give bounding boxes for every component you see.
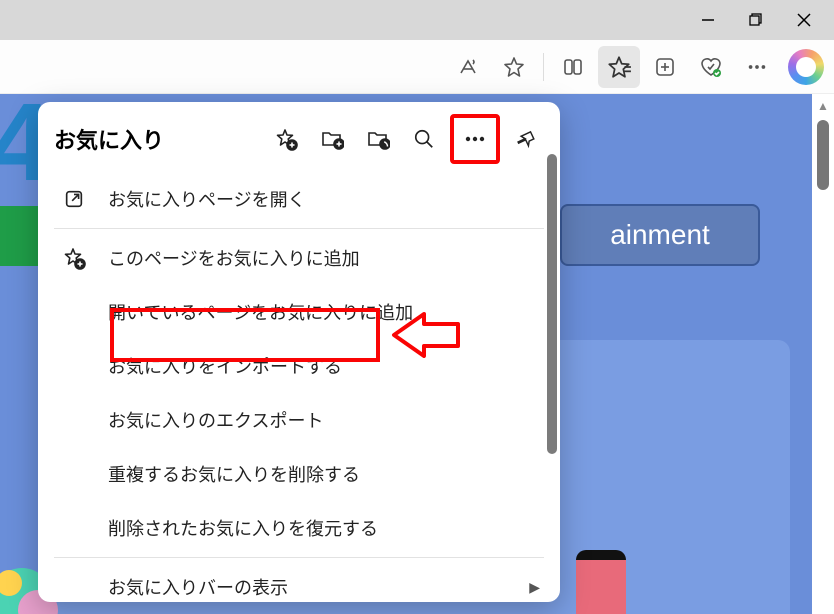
menu-remove-duplicates[interactable]: 重複するお気に入りを削除する (38, 447, 560, 501)
favorites-panel: お気に入り (38, 102, 560, 602)
copilot-icon (796, 57, 816, 77)
toolbar-more-button[interactable] (736, 46, 778, 88)
menu-restore-deleted[interactable]: 削除されたお気に入りを復元する (38, 501, 560, 555)
performance-button[interactable] (690, 46, 732, 88)
favorites-toolbar-button[interactable] (598, 46, 640, 88)
open-external-icon (58, 188, 90, 210)
menu-open-favorites-page[interactable]: お気に入りページを開く (38, 172, 560, 226)
toolbar-separator (543, 53, 544, 81)
scroll-up-icon[interactable]: ▲ (817, 94, 829, 118)
menu-label: 開いているページをお気に入りに追加 (108, 299, 413, 325)
menu-add-this-page[interactable]: このページをお気に入りに追加 (38, 231, 560, 285)
close-button[interactable] (780, 0, 828, 40)
menu-export-favorites[interactable]: お気に入りのエクスポート (38, 393, 560, 447)
menu-label: お気に入りバーの表示 (108, 574, 288, 600)
copilot-button[interactable] (788, 49, 824, 85)
star-plus-icon (58, 246, 90, 270)
menu-label: このページをお気に入りに追加 (108, 245, 360, 271)
minimize-button[interactable] (684, 0, 732, 40)
read-aloud-button[interactable] (447, 46, 489, 88)
menu-divider (54, 557, 544, 558)
collections-button[interactable] (644, 46, 686, 88)
chevron-right-icon: ▶ (529, 579, 540, 596)
pin-panel-button[interactable] (506, 119, 546, 159)
menu-divider (54, 228, 544, 229)
favorites-more-button[interactable] (450, 114, 500, 164)
page-scrollbar[interactable]: ▲ (812, 94, 834, 614)
add-folder-button[interactable] (312, 119, 352, 159)
menu-label: お気に入りのエクスポート (108, 407, 323, 433)
delete-folder-button[interactable] (358, 119, 398, 159)
decor-rect (576, 550, 626, 614)
favorites-search-button[interactable] (404, 119, 444, 159)
entertainment-label: ainment (610, 219, 710, 251)
menu-show-favorites-bar[interactable]: お気に入りバーの表示 ▶ (38, 560, 560, 602)
add-favorite-star-button[interactable] (493, 46, 535, 88)
favorites-title: お気に入り (54, 123, 260, 155)
add-favorite-button[interactable] (266, 119, 306, 159)
maximize-button[interactable] (732, 0, 780, 40)
menu-label: 削除されたお気に入りを復元する (108, 515, 378, 541)
favorites-panel-scrollbar[interactable] (544, 154, 560, 594)
menu-label: 重複するお気に入りを削除する (108, 461, 360, 487)
entertainment-button[interactable]: ainment (560, 204, 760, 266)
split-screen-button[interactable] (552, 46, 594, 88)
favorites-panel-scroll-thumb[interactable] (547, 154, 557, 454)
menu-add-open-pages[interactable]: 開いているページをお気に入りに追加 (38, 285, 560, 339)
browser-toolbar (0, 40, 834, 94)
menu-label: お気に入りページを開く (108, 186, 306, 212)
window-titlebar (0, 0, 834, 40)
scroll-thumb[interactable] (817, 120, 829, 190)
favorites-panel-header: お気に入り (38, 102, 560, 172)
menu-import-favorites[interactable]: お気に入りをインポートする (38, 339, 560, 393)
menu-label: お気に入りをインポートする (108, 353, 342, 379)
